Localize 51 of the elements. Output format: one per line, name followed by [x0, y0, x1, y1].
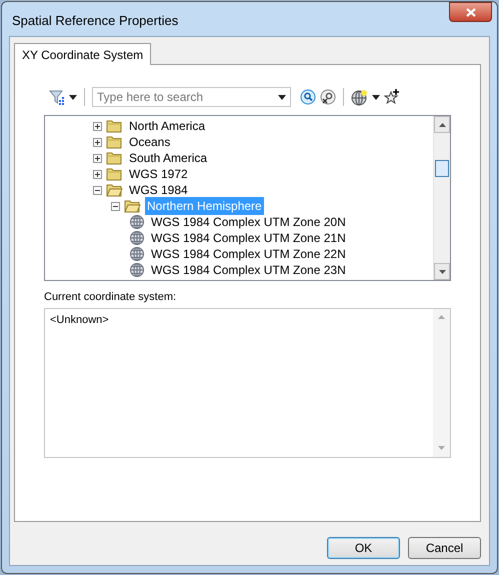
- open-folder-icon: [124, 199, 141, 213]
- search-field[interactable]: Type here to search: [92, 87, 291, 107]
- tree-item[interactable]: WGS 1984 Complex UTM Zone 22N: [149, 245, 348, 263]
- collapse-icon[interactable]: [93, 186, 102, 194]
- close-button[interactable]: [449, 2, 492, 22]
- tree-item[interactable]: WGS 1984 Complex UTM Zone 23N: [149, 261, 348, 279]
- tree-item[interactable]: WGS 1984 Complex UTM Zone 20N: [149, 213, 348, 231]
- tree-item[interactable]: WGS 1972: [127, 165, 190, 183]
- tree-item[interactable]: Oceans: [127, 133, 172, 151]
- scroll-up-button[interactable]: [434, 116, 450, 133]
- globe-icon[interactable]: [351, 88, 368, 106]
- current-system-label: Current coordinate system:: [44, 290, 178, 305]
- tree-item[interactable]: North America: [127, 117, 208, 135]
- search-icon[interactable]: [300, 89, 316, 105]
- tab[interactable]: XY Coordinate System: [14, 43, 152, 65]
- expand-icon[interactable]: [93, 170, 102, 178]
- scroll-thumb[interactable]: [435, 160, 449, 176]
- scroll-down-icon: [438, 446, 445, 450]
- window-title: Spatial Reference Properties: [12, 12, 178, 30]
- expand-icon[interactable]: [93, 138, 102, 146]
- folder-icon: [106, 119, 123, 133]
- expand-icon[interactable]: [93, 154, 102, 162]
- caret-icon[interactable]: [372, 94, 380, 100]
- filter-icon[interactable]: [49, 89, 65, 105]
- globe-icon: [129, 214, 145, 230]
- dialog-button[interactable]: OK: [327, 537, 400, 559]
- scroll-up-icon: [438, 315, 445, 319]
- dialog-button[interactable]: Cancel: [408, 537, 481, 559]
- caret-icon[interactable]: [69, 94, 77, 100]
- globe-icon: [129, 246, 145, 262]
- tree-item[interactable]: WGS 1984 Complex UTM Zone 21N: [149, 229, 348, 247]
- clear-search-icon[interactable]: [320, 89, 336, 105]
- scroll-up-icon: [438, 122, 446, 126]
- caret-icon[interactable]: [278, 95, 286, 100]
- star-add-icon[interactable]: [384, 89, 400, 105]
- open-folder-icon: [106, 183, 123, 197]
- scroll-down-button[interactable]: [434, 263, 450, 280]
- collapse-icon[interactable]: [111, 202, 120, 210]
- tree-item[interactable]: WGS 1984: [127, 181, 190, 199]
- expand-icon[interactable]: [93, 122, 102, 130]
- close-icon: [466, 8, 476, 16]
- globe-icon: [129, 262, 145, 278]
- scrollbar[interactable]: [433, 116, 450, 280]
- folder-icon: [106, 167, 123, 181]
- scroll-down-icon: [438, 270, 446, 274]
- tree-item[interactable]: South America: [127, 149, 210, 167]
- folder-icon: [106, 151, 123, 165]
- folder-icon: [106, 135, 123, 149]
- current-system-text: <Unknown>: [49, 312, 110, 328]
- scrollbar[interactable]: [433, 308, 450, 456]
- globe-icon: [129, 230, 145, 246]
